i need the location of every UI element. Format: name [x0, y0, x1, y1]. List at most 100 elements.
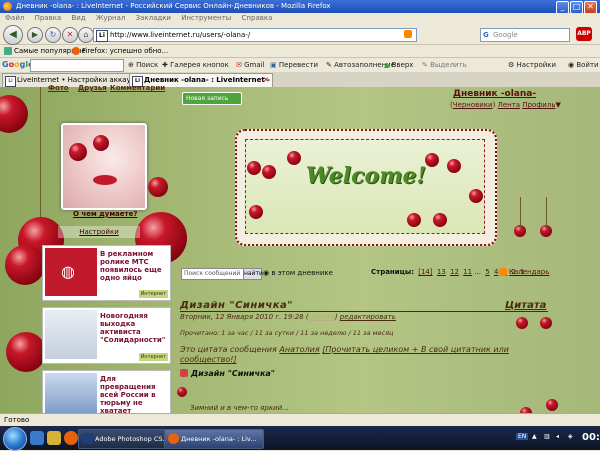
link-profile[interactable]: Профиль — [522, 101, 555, 109]
nav-link-photo[interactable]: Фото — [48, 84, 69, 92]
rss-icon[interactable] — [404, 30, 412, 38]
radio-icon[interactable]: ◉ — [263, 269, 269, 277]
link-feed[interactable]: Лента — [498, 101, 521, 109]
search-input[interactable]: G Google — [480, 28, 570, 42]
post-subtitle-text: Дизайн "Синичка" — [191, 369, 275, 378]
ad-block[interactable]: Новогодняя выходка активиста "Солидарнос… — [42, 307, 171, 364]
google-toolbar-search-input[interactable] — [30, 59, 124, 72]
cherry-decoration — [407, 213, 421, 227]
cherry-stem — [520, 197, 521, 227]
gtoolbar-button-gallery[interactable]: ✚ Галерея кнопок — [162, 58, 229, 72]
quote-prefix: Это цитата сообщения — [180, 345, 277, 354]
cherry-decoration — [546, 399, 558, 411]
taskbar-photoshop[interactable]: Adobe Photoshop CS... — [78, 429, 178, 449]
ad-image — [45, 310, 97, 359]
ad-text: В рекламном ролике МТС появилось еще одн… — [100, 250, 162, 282]
gtoolbar-signin[interactable]: ◉ Войти — [568, 58, 599, 72]
start-button[interactable] — [3, 427, 27, 451]
stop-button[interactable]: ✕ — [62, 27, 78, 43]
security-icon[interactable]: ◈ — [568, 433, 573, 440]
page-link[interactable]: 11 — [463, 268, 472, 276]
cherry-decoration — [5, 245, 45, 285]
ad-block[interactable]: ◍ В рекламном ролике МТС появилось еще о… — [42, 245, 171, 301]
blog-title[interactable]: Дневник -olana- — [453, 89, 536, 99]
post-quote-link[interactable]: Цитата — [505, 300, 546, 311]
menu-edit[interactable]: Правка — [35, 14, 62, 22]
rss-icon[interactable] — [499, 268, 507, 276]
gtoolbar-search[interactable]: ⊕ Поиск — [128, 58, 158, 72]
gtoolbar-gmail[interactable]: ✉ Gmail — [236, 58, 265, 72]
cherry-decoration — [0, 95, 28, 133]
cherry-decoration — [148, 177, 168, 197]
settings-link[interactable]: Настройки — [58, 226, 140, 238]
page-link[interactable]: 13 — [437, 268, 446, 276]
think-link[interactable]: О чем думаете? — [73, 210, 137, 218]
tray-icon[interactable]: ▲ — [532, 433, 537, 440]
task-label: Дневник -olana- : Liv... — [181, 435, 257, 443]
window-titlebar[interactable]: Дневник -olana- : LiveInternet - Российс… — [0, 0, 600, 14]
post-title[interactable]: Дизайн "Синичка" — [180, 300, 293, 311]
site-favicon-icon: Li — [96, 30, 108, 42]
cherry-decoration — [177, 387, 187, 397]
ad-block[interactable]: Для превращения всей России в тюрьму не … — [42, 370, 171, 423]
clock[interactable]: 00:12 — [582, 429, 600, 447]
nav-link-friends[interactable]: Друзья — [78, 84, 107, 92]
status-bar: Готово — [0, 413, 600, 426]
gtoolbar-translate[interactable]: ▣ Перевести — [270, 58, 318, 72]
post-snippet: Зимний и в чем-то яркий... — [190, 404, 289, 412]
cherry-decoration — [249, 205, 263, 219]
link-drafts[interactable]: Черновики — [453, 101, 493, 109]
message-search-input[interactable]: Поиск сообщений — [181, 268, 247, 280]
gtoolbar-highlight[interactable]: ✎ Выделить — [422, 58, 467, 72]
volume-icon[interactable]: ◂ — [556, 433, 559, 440]
address-bar[interactable]: Li http://www.liveinternet.ru/users/-ola… — [93, 28, 417, 42]
gtoolbar-settings[interactable]: ⚙ Настройки — [508, 58, 556, 72]
post-quote-line: Это цитата сообщения Анатолия [Прочитать… — [180, 345, 548, 365]
adblock-plus-icon[interactable]: ABP — [576, 27, 592, 41]
nav-link-comments[interactable]: Комментарии — [110, 84, 165, 92]
post-edit-link[interactable]: редактировать — [340, 313, 396, 321]
blog-links: (Черновики) Лента Профиль▼ — [450, 101, 561, 109]
find-button[interactable]: найти — [243, 268, 263, 280]
page-link[interactable]: 5 — [485, 268, 489, 276]
ad-image — [45, 373, 97, 414]
quicklaunch-folder-icon[interactable] — [47, 431, 61, 445]
avatar[interactable] — [61, 123, 147, 210]
cherry-decoration — [6, 332, 46, 372]
firefox-icon — [168, 433, 179, 444]
gtoolbar-up[interactable]: ▲ Вверх — [384, 58, 413, 72]
windows-taskbar: Adobe Photoshop CS... Дневник -olana- : … — [0, 426, 600, 451]
quicklaunch-firefox-icon[interactable] — [64, 431, 78, 445]
forward-button[interactable]: ▶ — [27, 27, 43, 43]
menu-view[interactable]: Вид — [71, 14, 85, 22]
language-indicator[interactable]: EN — [516, 433, 529, 440]
menu-bookmarks[interactable]: Закладки — [136, 14, 171, 22]
search-scope[interactable]: ◉ в этом дневнике — [263, 269, 333, 277]
menu-tools[interactable]: Инструменты — [181, 14, 231, 22]
tab-label: Дневник -olana- : LiveInternet - ... — [144, 76, 273, 84]
post-permalink[interactable]: ссылка — [309, 313, 335, 321]
navigation-toolbar: ◀ ▶ ↻ ✕ ⌂ Li http://www.liveinternet.ru/… — [0, 24, 600, 45]
ad-tag: Интернет — [138, 353, 168, 361]
page-link[interactable]: 4 — [494, 268, 498, 276]
menu-history[interactable]: Журнал — [96, 14, 125, 22]
system-tray: EN ▲ ▥ ◂ ◈ 00:12 — [514, 429, 600, 447]
new-post-button[interactable]: Новая запись — [182, 92, 242, 105]
menu-help[interactable]: Справка — [242, 14, 273, 22]
google-toolbar: Google ⊕ Поиск ✚ Галерея кнопок ✉ Gmail … — [0, 58, 600, 73]
menu-file[interactable]: Файл — [5, 14, 24, 22]
post-date: Вторник, 12 Января 2010 г. 19:28 (ссылка… — [180, 313, 396, 321]
quicklaunch-ie-icon[interactable] — [30, 431, 44, 445]
window-title: Дневник -olana- : LiveInternet - Российс… — [16, 2, 331, 10]
page-link[interactable]: 12 — [450, 268, 459, 276]
bookmark-firefox-update[interactable]: Firefox: успешно обно... — [82, 45, 168, 57]
home-button[interactable]: ⌂ — [78, 27, 94, 43]
network-icon[interactable]: ▥ — [544, 433, 550, 440]
back-button[interactable]: ◀ — [3, 25, 23, 45]
reload-button[interactable]: ↻ — [45, 27, 61, 43]
close-tab-icon[interactable]: ✕ — [263, 74, 269, 87]
taskbar-firefox[interactable]: Дневник -olana- : Liv... — [164, 429, 264, 449]
page-link[interactable]: [14] — [418, 268, 432, 276]
calendar-link[interactable]: Календарь — [509, 268, 549, 276]
quote-author-link[interactable]: Анатолия — [279, 345, 319, 354]
